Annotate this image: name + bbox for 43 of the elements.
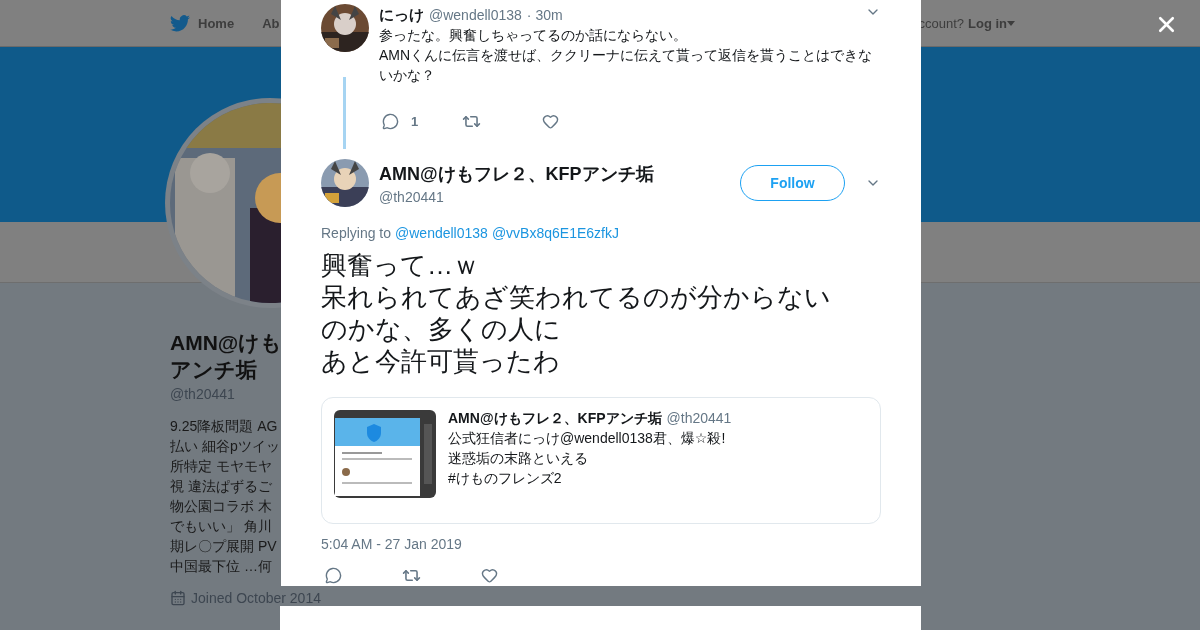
bio-line: 期レ〇プ展開 PV	[170, 537, 278, 556]
tweet-text: 興奮って…ｗ 呆れられてあざ笑われてるのが分からないのかな、多くの人に あと今許可貰ったわ	[321, 249, 832, 377]
bio-line: 払い 細谷pツイッ	[170, 437, 281, 456]
like-button[interactable]	[481, 566, 498, 585]
reply-button[interactable]	[325, 566, 342, 585]
reply-button[interactable]: 1	[382, 111, 462, 131]
quoted-author-handle: @th20441	[666, 410, 732, 426]
bio-line: 視 違法ぱずるご	[170, 477, 273, 496]
bio-line: 中国最下位 …何	[170, 557, 273, 576]
tweet-time[interactable]: · 30m	[526, 7, 563, 23]
login-link[interactable]: Log in	[968, 15, 1015, 31]
quoted-author-name: AMN@けもフレ２、KFPアンチ垢	[448, 410, 662, 428]
tweet-text: 参ったな。興奮しちゃってるのか話にならない。	[379, 26, 688, 45]
tweet-timestamp[interactable]: 5:04 AM - 27 Jan 2019	[321, 536, 881, 552]
replying-label: Replying to	[321, 225, 392, 241]
bio-line: 9.25降板問題 AG	[170, 417, 279, 436]
author-handle: @th20441	[379, 188, 445, 205]
profile-name: アンチ垢	[170, 357, 258, 383]
quoted-tweet[interactable]: AMN@けもフレ２、KFPアンチ垢 @th20441 公式狂信者にっけ@wendell0138君、爆☆殺! 迷惑垢の末路といえる #けものフレンズ2	[321, 397, 881, 524]
follow-button[interactable]: Follow	[740, 165, 845, 201]
profile-name: AMN@けも	[170, 330, 281, 356]
quoted-text: #けものフレンズ2	[448, 469, 563, 488]
thread-line	[343, 77, 346, 149]
bio-line: でもいい」 角川	[170, 517, 273, 536]
heart-icon	[481, 567, 498, 584]
mention-link[interactable]: @vvBx8q6E1E6zfkJ	[491, 225, 619, 241]
nav-link[interactable]: Ab	[262, 15, 280, 31]
nav-link[interactable]: Home	[170, 14, 235, 32]
bio-line: 所特定 モヤモヤ	[170, 457, 273, 476]
tweet-text: AMNくんに伝言を渡せば、ククリーナに伝えて貰って返信を貰うことはできないかな？	[379, 46, 874, 85]
heart-icon	[542, 112, 559, 130]
bio-line: 物公園コラボ 木	[170, 497, 273, 516]
reply-icon	[325, 567, 342, 584]
calendar-icon	[170, 590, 186, 606]
quoted-text: 公式狂信者にっけ@wendell0138君、爆☆殺!	[448, 429, 727, 448]
quoted-text: 迷惑垢の末路といえる	[448, 449, 589, 468]
author-handle: @wendell0138	[429, 7, 522, 23]
author-name[interactable]: にっけ	[379, 6, 424, 25]
reply-icon	[382, 112, 399, 130]
caret-icon	[1007, 20, 1015, 26]
mention-link[interactable]: @wendell0138	[395, 225, 488, 241]
bird-icon	[170, 14, 190, 32]
author-name[interactable]: AMN@けもフレ２、KFPアンチ垢	[379, 161, 730, 186]
